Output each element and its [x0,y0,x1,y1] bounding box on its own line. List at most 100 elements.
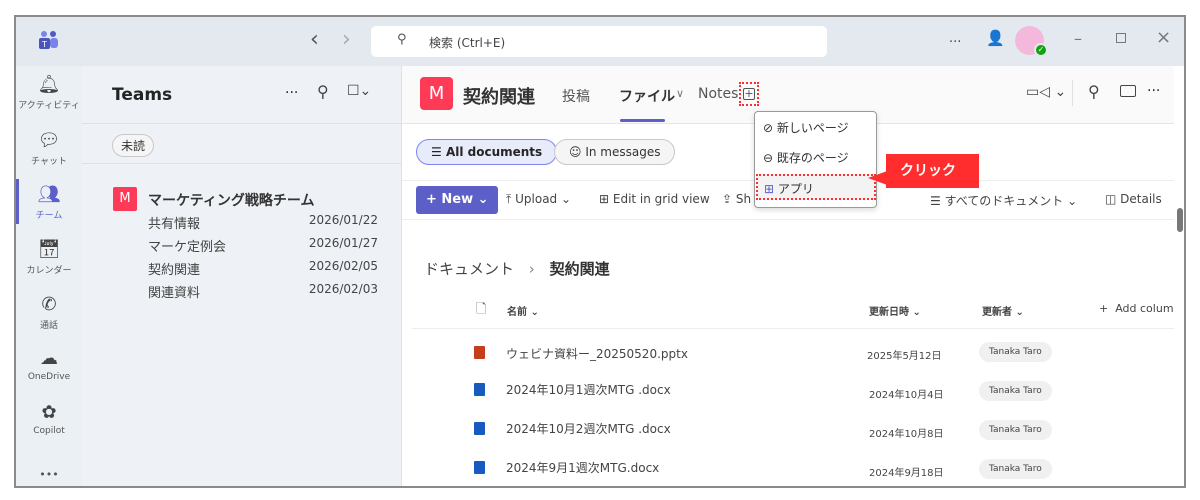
table-row[interactable]: 2024年10月1週次MTG .docx 2024年10月4日 Tanaka T… [402,374,1174,412]
view-select[interactable]: ☰ すべてのドキュメント ⌄ [930,192,1077,209]
panel-icon[interactable] [1120,85,1136,97]
modified-date: 2024年9月18日 [869,468,944,479]
breadcrumb-root[interactable]: ドキュメント [424,260,514,278]
edit-grid-button[interactable]: ⊞ Edit in grid view [599,192,710,206]
breadcrumb-separator: › [528,260,535,278]
word-file-icon [474,461,485,474]
channel-item[interactable]: 共有情報 2026/01/22 [148,213,378,236]
more-button[interactable]: ... [949,31,961,46]
tab-files[interactable]: ファイル [619,86,675,106]
view-all-documents[interactable]: ☰ All documents [416,139,558,165]
divider [82,123,402,124]
search-input[interactable]: ⚲ 検索 (Ctrl+E) [371,26,827,57]
scrollbar-thumb[interactable] [1177,208,1183,232]
modified-by-chip[interactable]: Tanaka Taro [979,342,1052,362]
add-tab-button[interactable]: + [739,82,759,106]
channel-item[interactable]: 契約関連 2026/02/05 [148,259,378,282]
rail-calls[interactable]: ✆ 通話 [16,294,82,331]
menu-label: 既存のページ [776,151,849,165]
menu-item-existing-page[interactable]: ⊖ 既存のページ [763,149,849,166]
header-label: 更新日時 [869,307,909,318]
rail-label: チャット [31,157,67,167]
rail-onedrive[interactable]: ☁︎ OneDrive [16,348,82,382]
chevron-down-icon[interactable]: ∨ [676,87,684,100]
menu-label: 新しいページ [776,121,849,135]
modified-by-chip[interactable]: Tanaka Taro [979,420,1052,440]
file-name[interactable]: 2024年9月1週次MTG.docx [506,459,659,476]
video-call-icon[interactable]: ▭◁ ⌄ [1026,84,1066,100]
channel-name: 関連資料 [148,286,201,301]
teams-icon: 👥︎ [37,184,61,205]
column-modified[interactable]: 更新日時 ⌄ [869,303,921,318]
plus-icon: + [743,87,755,100]
breadcrumb-current: 契約関連 [549,260,610,278]
menu-item-apps[interactable]: ⊞ アプリ [756,174,876,200]
table-row[interactable]: 2024年10月2週次MTG .docx 2024年10月8日 Tanaka T… [402,413,1174,451]
rail-teams[interactable]: 👥︎ チーム [16,184,82,221]
column-name[interactable]: 名前 ⌄ [507,303,539,318]
share-button[interactable]: ⇪ Sh [722,192,751,206]
annotation-arrow [868,170,890,186]
new-button[interactable]: + New ⌄ [416,186,498,214]
channel-name: 契約関連 [148,263,201,278]
divider [1072,80,1073,106]
forward-button[interactable]: › [342,27,351,52]
panel-more-button[interactable]: ··· [285,85,298,101]
close-button[interactable]: × [1156,27,1171,48]
channel-name: 共有情報 [148,217,201,232]
table-row[interactable]: ウェビナ資料ー_20250520.pptx 2025年5月12日 Tanaka … [402,336,1174,374]
tab-notes[interactable]: Notes [698,86,738,102]
file-name[interactable]: 2024年10月1週次MTG .docx [506,381,671,398]
table-row[interactable]: 2024年9月1週次MTG.docx 2024年9月18日 Tanaka Tar… [402,452,1174,486]
search-icon[interactable]: ⚲ [317,82,329,101]
share-label: Sh [735,192,752,206]
minimize-button[interactable]: – [1074,29,1082,48]
modified-by-chip[interactable]: Tanaka Taro [979,381,1052,401]
calendar-icon: 📅︎ [37,239,61,260]
scrollbar-track[interactable] [1174,66,1184,486]
file-name[interactable]: 2024年10月2週次MTG .docx [506,420,671,437]
panel-title: Teams [112,85,173,105]
channel-item[interactable]: マーケ定例会 2026/01/27 [148,236,378,259]
rail-activity[interactable]: 🔔︎ アクティビティ [16,74,82,111]
file-name[interactable]: ウェビナ資料ー_20250520.pptx [506,345,688,362]
rail-label: アクティビティ [18,101,80,111]
unread-filter[interactable]: 未読 [112,134,155,157]
channel-avatar: M [420,77,453,110]
teams-panel: Teams ··· ⚲ ☐⌄ 未読 M マーケティング戦略チーム 共有情報 202… [82,66,402,486]
rail-copilot[interactable]: ✿ Copilot [16,402,82,436]
team-name[interactable]: マーケティング戦略チーム [148,190,314,210]
notification-person-icon[interactable]: 👤 [986,29,1005,47]
title-bar: T ‹ › ⚲ 検索 (Ctrl+E) ... 👤 ✓ – × [16,17,1184,66]
rail-more-button[interactable]: ••• [16,468,82,481]
rail-label: チーム [35,211,63,221]
add-column-button[interactable]: + Add column [1099,302,1181,315]
channel-list: 共有情報 2026/01/22 マーケ定例会 2026/01/27 契約関連 2026… [148,213,378,305]
modified-by-chip[interactable]: Tanaka Taro [979,459,1052,479]
channel-item[interactable]: 関連資料 2026/02/03 [148,282,378,305]
header-more-button[interactable]: ··· [1147,83,1160,99]
upload-label: Upload [515,192,558,206]
view-label: All documents [445,145,543,159]
add-column-label: Add column [1115,302,1181,315]
view-select-label: すべてのドキュメント [944,194,1064,208]
column-modified-by[interactable]: 更新者 ⌄ [982,303,1024,318]
details-button[interactable]: ◫ Details [1105,192,1162,206]
tab-posts[interactable]: 投稿 [562,86,590,106]
search-icon[interactable]: ⚲ [1088,82,1100,101]
rail-chat[interactable]: 💬︎ チャット [16,130,82,167]
compose-icon[interactable]: ☐⌄ [347,83,371,99]
breadcrumb: ドキュメント › 契約関連 [424,258,610,279]
upload-button[interactable]: ⤒ Upload ⌄ [506,192,571,207]
copilot-icon: ✿ [41,402,57,423]
channel-date: 2026/02/03 [308,282,378,296]
loop-page-icon: ⊘ [763,121,777,135]
menu-item-new-page[interactable]: ⊘ 新しいページ [763,119,849,136]
rail-calendar[interactable]: 📅︎ カレンダー [16,239,82,276]
apps-icon: ⊞ [764,182,778,196]
view-in-messages[interactable]: ☺ In messages [554,139,676,165]
maximize-button[interactable] [1116,33,1126,43]
back-button[interactable]: ‹ [310,27,319,52]
powerpoint-file-icon [474,346,485,359]
divider [82,163,402,164]
